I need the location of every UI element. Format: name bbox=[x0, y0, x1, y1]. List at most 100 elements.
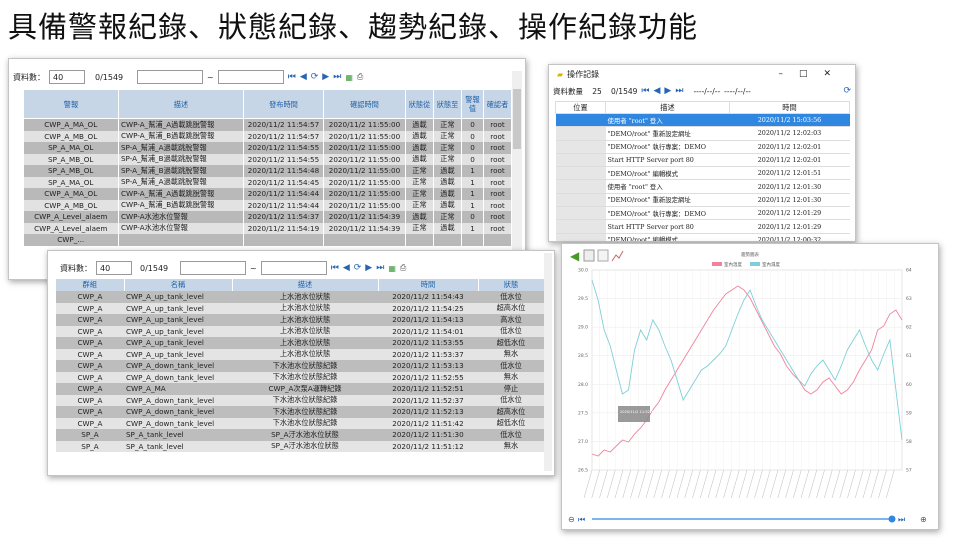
legend-label[interactable]: 室內溫度 bbox=[724, 261, 742, 268]
oplog-cell: Start HTTP Server port 80 bbox=[605, 153, 730, 168]
oplog-table-row[interactable]: "DEMO/root" 重新設定網址 2020/11/2 12:02:03 bbox=[555, 126, 850, 141]
status-date-from-input[interactable] bbox=[180, 261, 246, 275]
alarm-header-5[interactable]: 狀態至 bbox=[433, 89, 462, 119]
oplog-date-from[interactable]: ----/--/-- bbox=[693, 87, 720, 96]
alarm-table-row[interactable]: SP_A_MB_OL SP-A_幫浦_B過載跳脫警報 2020/11/2 11:54… bbox=[23, 165, 512, 177]
status-date-to-input[interactable] bbox=[260, 261, 327, 275]
save-icon[interactable] bbox=[583, 249, 595, 262]
minimize-icon[interactable]: – bbox=[778, 69, 799, 79]
back-arrow-icon[interactable]: ◀ bbox=[570, 249, 580, 263]
status-table-row[interactable]: CWP_A CWP_A_MA CWP_A次泵A運轉紀錄 2020/11/2 11:52… bbox=[56, 383, 544, 395]
zoom-in-icon[interactable]: ⊕ bbox=[920, 515, 927, 524]
legend-swatch[interactable] bbox=[750, 262, 760, 266]
status-count-input[interactable]: 40 bbox=[96, 261, 132, 275]
alarm-table-row[interactable]: CWP_A_Level_alaem CWP-A水池水位警報 2020/11/2 11… bbox=[23, 211, 512, 223]
alarm-table-row[interactable]: SP_A_MB_OL SP-A_幫浦_B過載跳脫警報 2020/11/2 11:54… bbox=[23, 153, 512, 165]
time-slider-handle[interactable] bbox=[888, 515, 896, 523]
print-icon[interactable]: ⎙ bbox=[357, 72, 363, 82]
oplog-table-row[interactable]: Start HTTP Server port 80 2020/11/2 12:01… bbox=[555, 219, 850, 234]
refresh-icon[interactable]: ⟳ bbox=[311, 72, 319, 82]
oplog-first-icon[interactable]: ⏮ bbox=[641, 86, 649, 96]
status-table-row[interactable]: CWP_A CWP_A_up_tank_level 上水池水位狀態 2020/11/2… bbox=[56, 337, 544, 349]
alarm-count-input[interactable]: 40 bbox=[49, 70, 85, 84]
legend-label[interactable]: 室內濕度 bbox=[762, 261, 780, 268]
alarm-scroll-thumb[interactable] bbox=[513, 89, 521, 149]
alarm-header-6[interactable]: 警報值 bbox=[461, 89, 484, 119]
oplog-table-row[interactable]: "DEMO/root" 執行專案：DEMO 2020/11/2 12:02:01 bbox=[555, 140, 850, 154]
alarm-date-to-input[interactable] bbox=[217, 70, 284, 84]
close-icon[interactable]: ✕ bbox=[823, 69, 847, 79]
status-table-row[interactable]: SP_A SP_A_tank_level SP_A汙水池水位狀態 2020/11/2 … bbox=[56, 440, 544, 452]
oplog-table-row[interactable]: "DEMO/root" 編輯模式 2020/11/2 12:00:32 bbox=[555, 233, 850, 241]
alarm-date-from-input[interactable] bbox=[137, 70, 203, 84]
alarm-table-row[interactable]: CWP_A_MB_OL CWP-A_幫浦_B過載跳脫警報 2020/11/2 11:… bbox=[23, 130, 512, 142]
status-table-row[interactable]: CWP_A CWP_A_up_tank_level 上水池水位狀態 2020/11/2… bbox=[56, 291, 544, 303]
oplog-count-value[interactable]: 25 bbox=[587, 87, 607, 96]
maximize-icon[interactable]: □ bbox=[799, 69, 824, 79]
oplog-table-row[interactable]: 使用者 "root" 登入 2020/11/2 15:03:56 bbox=[555, 113, 850, 128]
oplog-header-1[interactable]: 描述 bbox=[605, 101, 730, 114]
status-table-row[interactable]: CWP_A CWP_A_up_tank_level 上水池水位狀態 2020/11/2… bbox=[56, 325, 544, 337]
oplog-next-icon[interactable]: ▶ bbox=[664, 86, 671, 96]
next-page-icon[interactable]: ▶ bbox=[322, 72, 329, 82]
prev-page-icon[interactable]: ◀ bbox=[300, 72, 307, 82]
alarm-table-row[interactable]: CWP_A_Level_alaem CWP-A水池水位警報 2020/11/2 11… bbox=[23, 222, 512, 234]
oplog-refresh-icon[interactable]: ⟳ bbox=[843, 86, 851, 96]
status-next-icon[interactable]: ▶ bbox=[365, 263, 372, 273]
slider-first-icon[interactable]: ⏮ bbox=[578, 515, 585, 524]
slider-last-icon[interactable]: ⏭ bbox=[898, 515, 905, 524]
oplog-table-row[interactable]: Start HTTP Server port 80 2020/11/2 12:02… bbox=[555, 153, 850, 168]
status-table-row[interactable]: CWP_A CWP_A_up_tank_level 上水池水位狀態 2020/11/2… bbox=[56, 302, 544, 314]
alarm-header-4[interactable]: 狀態從 bbox=[405, 89, 434, 119]
status-refresh-icon[interactable]: ⟳ bbox=[354, 263, 362, 273]
legend-swatch[interactable] bbox=[712, 262, 722, 266]
oplog-table-row[interactable]: 使用者 "root" 登入 2020/11/2 12:01:30 bbox=[555, 179, 850, 194]
status-print-icon[interactable]: ⎙ bbox=[400, 263, 406, 273]
alarm-header-1[interactable]: 描述 bbox=[118, 89, 244, 119]
status-table-row[interactable]: SP_A SP_A_tank_level SP_A汙水池水位狀態 2020/11/2 … bbox=[56, 429, 544, 441]
alarm-table-row[interactable]: CWP_A_MA_OL CWP-A_幫浦_A過載跳脫警報 2020/11/2 11:… bbox=[23, 118, 512, 131]
oplog-table-row[interactable]: "DEMO/root" 編輯模式 2020/11/2 12:01:51 bbox=[555, 166, 850, 181]
status-table-row[interactable]: CWP_A CWP_A_down_tank_level 下水池水位狀態紀錄 2020/… bbox=[56, 394, 544, 406]
line-chart-icon[interactable] bbox=[611, 250, 624, 262]
alarm-header-0[interactable]: 警報 bbox=[23, 89, 119, 119]
alarm-header-2[interactable]: 發布時間 bbox=[243, 89, 324, 119]
alarm-cell: 正常 bbox=[433, 130, 462, 142]
first-page-icon[interactable]: ⏮ bbox=[288, 72, 296, 82]
status-table-row[interactable]: CWP_A CWP_A_down_tank_level 下水池水位狀態紀錄 2020/… bbox=[56, 406, 544, 418]
alarm-scrollbar[interactable] bbox=[512, 71, 522, 277]
status-header-1[interactable]: 名稱 bbox=[124, 279, 233, 291]
status-table-row[interactable]: CWP_A CWP_A_down_tank_level 下水池水位狀態紀錄 2020/… bbox=[56, 360, 544, 372]
alarm-table-row[interactable]: CWP_A_MB_OL CWP-A_幫浦_B過載跳脫警報 2020/11/2 11:… bbox=[23, 199, 512, 211]
status-header-2[interactable]: 描述 bbox=[232, 279, 379, 291]
oplog-date-to[interactable]: ----/--/-- bbox=[724, 87, 751, 96]
status-table-row[interactable]: CWP_A CWP_A_up_tank_level 上水池水位狀態 2020/11/2… bbox=[56, 348, 544, 360]
oplog-prev-icon[interactable]: ◀ bbox=[654, 86, 661, 96]
status-table-row[interactable]: CWP_A CWP_A_down_tank_level 下水池水位狀態紀錄 2020/… bbox=[56, 417, 544, 429]
oplog-header-0[interactable]: 位置 bbox=[555, 101, 606, 114]
status-last-icon[interactable]: ⏭ bbox=[376, 263, 384, 273]
alarm-table-row[interactable]: CWP_... bbox=[23, 234, 512, 246]
alarm-header-7[interactable]: 確認者 bbox=[483, 89, 512, 119]
status-header-0[interactable]: 群組 bbox=[56, 279, 125, 291]
status-table-row[interactable]: CWP_A CWP_A_down_tank_level 下水池水位狀態紀錄 2020/… bbox=[56, 371, 544, 383]
status-excel-icon[interactable]: ▦ bbox=[388, 264, 396, 273]
alarm-table-row[interactable]: SP_A_MA_OL SP-A_幫浦_A過載跳脫警報 2020/11/2 11:54… bbox=[23, 142, 512, 154]
oplog-table-row[interactable]: "DEMO/root" 執行專案：DEMO 2020/11/2 12:01:29 bbox=[555, 206, 850, 221]
last-page-icon[interactable]: ⏭ bbox=[333, 72, 341, 82]
alarm-table-row[interactable]: CWP_A_MA_OL CWP-A_幫浦_A過載跳脫警報 2020/11/2 11:… bbox=[23, 188, 512, 200]
excel-export-icon[interactable]: ▦ bbox=[345, 73, 353, 82]
status-scrollbar[interactable] bbox=[544, 253, 552, 471]
oplog-table-row[interactable]: "DEMO/root" 重新設定網址 2020/11/2 12:01:30 bbox=[555, 193, 850, 208]
zoom-out-icon[interactable]: ⊖ bbox=[568, 515, 575, 524]
status-first-icon[interactable]: ⏮ bbox=[331, 263, 339, 273]
status-header-3[interactable]: 時間 bbox=[378, 279, 479, 291]
export-icon[interactable] bbox=[597, 249, 609, 262]
oplog-header-2[interactable]: 時間 bbox=[729, 101, 850, 114]
status-header-4[interactable]: 狀態 bbox=[478, 279, 545, 291]
alarm-header-3[interactable]: 確認時間 bbox=[323, 89, 406, 119]
alarm-table-row[interactable]: SP_A_MA_OL SP-A_幫浦_A過載跳脫警報 2020/11/2 11:54… bbox=[23, 176, 512, 188]
status-prev-icon[interactable]: ◀ bbox=[343, 263, 350, 273]
oplog-last-icon[interactable]: ⏭ bbox=[675, 86, 683, 96]
status-table-row[interactable]: CWP_A CWP_A_up_tank_level 上水池水位狀態 2020/11/2… bbox=[56, 314, 544, 326]
